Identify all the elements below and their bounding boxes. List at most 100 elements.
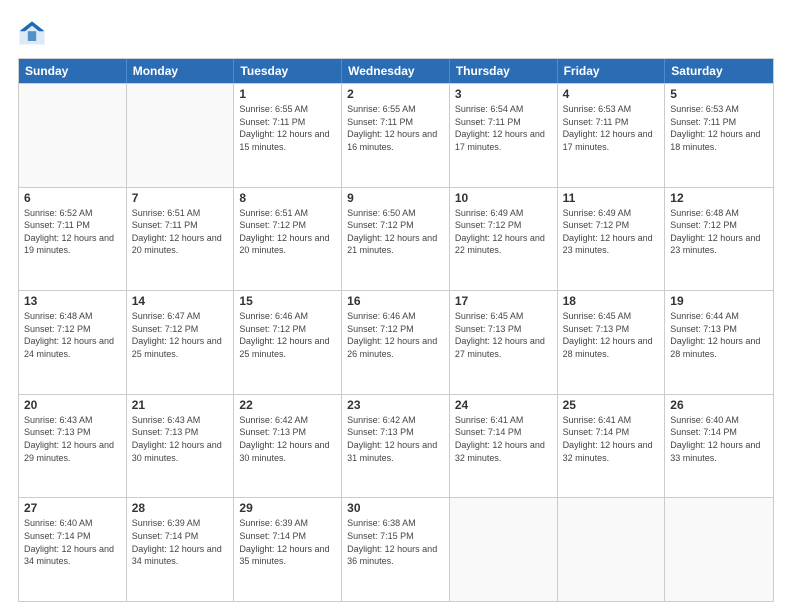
day-info: Sunrise: 6:45 AM Sunset: 7:13 PM Dayligh… [455, 310, 552, 360]
day-number: 24 [455, 398, 552, 412]
day-number: 20 [24, 398, 121, 412]
day-number: 7 [132, 191, 229, 205]
day-number: 30 [347, 501, 444, 515]
calendar-day-cell: 4Sunrise: 6:53 AM Sunset: 7:11 PM Daylig… [558, 84, 666, 187]
calendar-day-cell: 10 Sunrise: 6:49 AM Sunset: 7:12 PM Dayli… [450, 188, 558, 291]
day-number: 15 [239, 294, 336, 308]
calendar-day-cell: 14 Sunrise: 6:47 AM Sunset: 7:12 PM Dayli… [127, 291, 235, 394]
calendar-header-cell: Friday [558, 59, 666, 83]
day-number: 22 [239, 398, 336, 412]
day-info: Sunrise: 6:52 AM Sunset: 7:11 PM Dayligh… [24, 207, 121, 257]
calendar-header-cell: Saturday [665, 59, 773, 83]
calendar-day-cell: 16 Sunrise: 6:46 AM Sunset: 7:12 PM Dayli… [342, 291, 450, 394]
day-info: Sunrise: 6:43 AM Sunset: 7:13 PM Dayligh… [132, 414, 229, 464]
day-number: 11 [563, 191, 660, 205]
day-info: Sunrise: 6:43 AM Sunset: 7:13 PM Dayligh… [24, 414, 121, 464]
calendar-header-cell: Sunday [19, 59, 127, 83]
day-number: 27 [24, 501, 121, 515]
day-number: 3 [455, 87, 552, 101]
day-number: 23 [347, 398, 444, 412]
day-number: 9 [347, 191, 444, 205]
day-info: Sunrise: 6:48 AM Sunset: 7:12 PM Dayligh… [24, 310, 121, 360]
day-number: 25 [563, 398, 660, 412]
calendar-header-cell: Tuesday [234, 59, 342, 83]
day-info: Sunrise: 6:45 AM Sunset: 7:13 PM Dayligh… [563, 310, 660, 360]
calendar-day-cell: 30 Sunrise: 6:38 AM Sunset: 7:15 PM Dayli… [342, 498, 450, 601]
calendar-header-cell: Monday [127, 59, 235, 83]
calendar-week-row: 20 Sunrise: 6:43 AM Sunset: 7:13 PM Dayli… [19, 394, 773, 498]
day-info: Sunrise: 6:55 AM Sunset: 7:11 PM Dayligh… [239, 103, 336, 153]
calendar-day-cell: 1 Sunrise: 6:55 AM Sunset: 7:11 PM Daylig… [234, 84, 342, 187]
header [18, 18, 774, 48]
calendar-week-row: 13 Sunrise: 6:48 AM Sunset: 7:12 PM Dayli… [19, 290, 773, 394]
calendar-day-cell [127, 84, 235, 187]
day-info: Sunrise: 6:54 AM Sunset: 7:11 PM Dayligh… [455, 103, 552, 153]
day-info: Sunrise: 6:47 AM Sunset: 7:12 PM Dayligh… [132, 310, 229, 360]
day-number: 2 [347, 87, 444, 101]
day-info: Sunrise: 6:39 AM Sunset: 7:14 PM Dayligh… [132, 517, 229, 567]
calendar-day-cell: 28 Sunrise: 6:39 AM Sunset: 7:14 PM Dayli… [127, 498, 235, 601]
calendar-day-cell: 5 Sunrise: 6:53 AM Sunset: 7:11 PM Daylig… [665, 84, 773, 187]
calendar-day-cell: 17 Sunrise: 6:45 AM Sunset: 7:13 PM Dayli… [450, 291, 558, 394]
day-info: Sunrise: 6:44 AM Sunset: 7:13 PM Dayligh… [670, 310, 768, 360]
calendar-day-cell: 25 Sunrise: 6:41 AM Sunset: 7:14 PM Dayli… [558, 395, 666, 498]
day-number: 28 [132, 501, 229, 515]
day-info: Sunrise: 6:40 AM Sunset: 7:14 PM Dayligh… [24, 517, 121, 567]
day-info: Sunrise: 6:41 AM Sunset: 7:14 PM Dayligh… [563, 414, 660, 464]
calendar-day-cell: 6 Sunrise: 6:52 AM Sunset: 7:11 PM Daylig… [19, 188, 127, 291]
day-info: Sunrise: 6:41 AM Sunset: 7:14 PM Dayligh… [455, 414, 552, 464]
day-info: Sunrise: 6:49 AM Sunset: 7:12 PM Dayligh… [563, 207, 660, 257]
day-number: 18 [563, 294, 660, 308]
day-info: Sunrise: 6:48 AM Sunset: 7:12 PM Dayligh… [670, 207, 768, 257]
day-info: Sunrise: 6:42 AM Sunset: 7:13 PM Dayligh… [347, 414, 444, 464]
day-number: 26 [670, 398, 768, 412]
day-number: 13 [24, 294, 121, 308]
day-number: 21 [132, 398, 229, 412]
calendar: SundayMondayTuesdayWednesdayThursdayFrid… [18, 58, 774, 602]
calendar-day-cell: 11 Sunrise: 6:49 AM Sunset: 7:12 PM Dayli… [558, 188, 666, 291]
day-info: Sunrise: 6:39 AM Sunset: 7:14 PM Dayligh… [239, 517, 336, 567]
calendar-day-cell: 27 Sunrise: 6:40 AM Sunset: 7:14 PM Dayli… [19, 498, 127, 601]
page: SundayMondayTuesdayWednesdayThursdayFrid… [0, 0, 792, 612]
calendar-day-cell: 13 Sunrise: 6:48 AM Sunset: 7:12 PM Dayli… [19, 291, 127, 394]
calendar-day-cell: 15 Sunrise: 6:46 AM Sunset: 7:12 PM Dayli… [234, 291, 342, 394]
day-info: Sunrise: 6:42 AM Sunset: 7:13 PM Dayligh… [239, 414, 336, 464]
calendar-day-cell [665, 498, 773, 601]
logo [18, 18, 50, 48]
day-number: 19 [670, 294, 768, 308]
calendar-day-cell: 18 Sunrise: 6:45 AM Sunset: 7:13 PM Dayli… [558, 291, 666, 394]
day-info: Sunrise: 6:46 AM Sunset: 7:12 PM Dayligh… [239, 310, 336, 360]
calendar-day-cell: 12 Sunrise: 6:48 AM Sunset: 7:12 PM Dayli… [665, 188, 773, 291]
logo-icon [18, 20, 46, 48]
day-number: 1 [239, 87, 336, 101]
day-info: Sunrise: 6:46 AM Sunset: 7:12 PM Dayligh… [347, 310, 444, 360]
day-number: 16 [347, 294, 444, 308]
calendar-header-cell: Thursday [450, 59, 558, 83]
calendar-week-row: 1 Sunrise: 6:55 AM Sunset: 7:11 PM Daylig… [19, 83, 773, 187]
calendar-day-cell: 23 Sunrise: 6:42 AM Sunset: 7:13 PM Dayli… [342, 395, 450, 498]
day-number: 8 [239, 191, 336, 205]
day-info: Sunrise: 6:51 AM Sunset: 7:12 PM Dayligh… [239, 207, 336, 257]
calendar-day-cell: 2 Sunrise: 6:55 AM Sunset: 7:11 PM Daylig… [342, 84, 450, 187]
day-number: 14 [132, 294, 229, 308]
day-number: 29 [239, 501, 336, 515]
calendar-day-cell: 22 Sunrise: 6:42 AM Sunset: 7:13 PM Dayli… [234, 395, 342, 498]
calendar-day-cell: 19 Sunrise: 6:44 AM Sunset: 7:13 PM Dayli… [665, 291, 773, 394]
calendar-day-cell: 8 Sunrise: 6:51 AM Sunset: 7:12 PM Daylig… [234, 188, 342, 291]
calendar-week-row: 6 Sunrise: 6:52 AM Sunset: 7:11 PM Daylig… [19, 187, 773, 291]
day-info: Sunrise: 6:53 AM Sunset: 7:11 PM Dayligh… [670, 103, 768, 153]
day-number: 12 [670, 191, 768, 205]
day-info: Sunrise: 6:38 AM Sunset: 7:15 PM Dayligh… [347, 517, 444, 567]
day-number: 10 [455, 191, 552, 205]
day-number: 4 [563, 87, 660, 101]
calendar-week-row: 27 Sunrise: 6:40 AM Sunset: 7:14 PM Dayli… [19, 497, 773, 601]
day-number: 6 [24, 191, 121, 205]
day-info: Sunrise: 6:50 AM Sunset: 7:12 PM Dayligh… [347, 207, 444, 257]
day-number: 5 [670, 87, 768, 101]
calendar-day-cell: 21 Sunrise: 6:43 AM Sunset: 7:13 PM Dayli… [127, 395, 235, 498]
day-info: Sunrise: 6:55 AM Sunset: 7:11 PM Dayligh… [347, 103, 444, 153]
calendar-day-cell: 20 Sunrise: 6:43 AM Sunset: 7:13 PM Dayli… [19, 395, 127, 498]
day-info: Sunrise: 6:40 AM Sunset: 7:14 PM Dayligh… [670, 414, 768, 464]
day-info: Sunrise: 6:49 AM Sunset: 7:12 PM Dayligh… [455, 207, 552, 257]
day-number: 17 [455, 294, 552, 308]
